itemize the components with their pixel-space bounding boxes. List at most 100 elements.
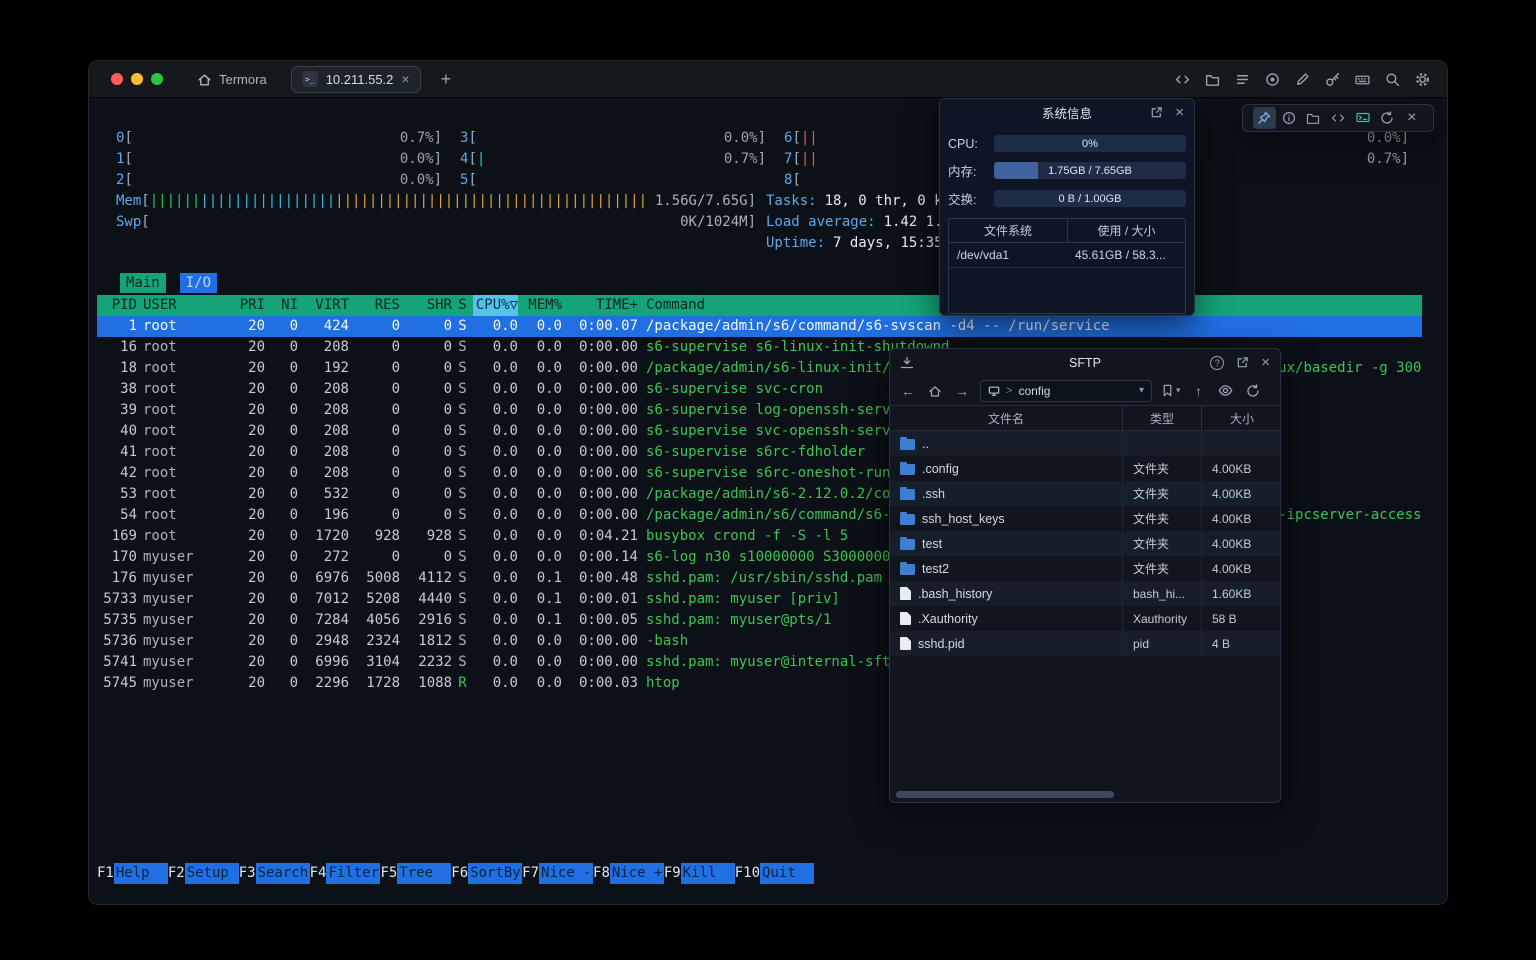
- swap-usage-row: 交换: 0 B / 1.00GB: [940, 189, 1194, 208]
- new-tab-button[interactable]: +: [435, 68, 458, 90]
- info-icon[interactable]: [1278, 107, 1301, 129]
- col-virt[interactable]: VIRT: [298, 295, 349, 316]
- tab-home[interactable]: Termora: [189, 68, 275, 91]
- file-row[interactable]: ssh_host_keys 文件夹 4.00KB: [890, 506, 1280, 531]
- file-row[interactable]: test 文件夹 4.00KB: [890, 531, 1280, 556]
- open-in-window-icon[interactable]: [1150, 106, 1163, 119]
- keyboard-icon[interactable]: [1354, 71, 1371, 88]
- col-pid[interactable]: PID: [97, 295, 137, 316]
- col-pri[interactable]: PRI: [223, 295, 265, 316]
- zoom-window-button[interactable]: [151, 73, 163, 85]
- col-res[interactable]: RES: [349, 295, 400, 316]
- file-row[interactable]: sshd.pid pid 4 B: [890, 631, 1280, 656]
- home-icon: [197, 72, 212, 87]
- cpu-meter: 2[0.0%]: [116, 170, 442, 191]
- key-icon[interactable]: [1324, 71, 1341, 88]
- cpu-meter: 3[0.0%]: [460, 128, 766, 149]
- code-icon[interactable]: [1327, 107, 1350, 129]
- refresh-icon[interactable]: [1376, 107, 1399, 129]
- col-mem[interactable]: MEM%: [518, 295, 562, 316]
- pin-icon[interactable]: [1253, 107, 1276, 129]
- tab-close-icon[interactable]: ×: [401, 72, 409, 86]
- terminal-icon: >_: [302, 71, 318, 87]
- tab-session-label: 10.211.55.2: [326, 72, 394, 87]
- col-shr[interactable]: SHR: [400, 295, 452, 316]
- horizontal-scrollbar[interactable]: [890, 791, 1280, 798]
- bookmarks-button[interactable]: ▾: [1161, 384, 1181, 397]
- refresh-icon[interactable]: [1244, 382, 1262, 400]
- col-state[interactable]: S: [452, 295, 473, 316]
- filesystem-row[interactable]: /dev/vda1 45.61GB / 58.3...: [949, 243, 1185, 268]
- code-icon[interactable]: [1174, 71, 1191, 88]
- file-size: 58 B: [1201, 606, 1282, 631]
- function-key[interactable]: F3Search: [239, 863, 310, 884]
- function-key[interactable]: F7Nice -: [522, 863, 593, 884]
- htop-function-bar: F1Help F2Setup F3Search F4Filter: [97, 863, 1422, 884]
- col-ni[interactable]: NI: [265, 295, 298, 316]
- col-user[interactable]: USER: [137, 295, 223, 316]
- col-time[interactable]: TIME+: [562, 295, 638, 316]
- file-row[interactable]: ..: [890, 431, 1280, 456]
- record-icon[interactable]: [1264, 71, 1281, 88]
- htop-view-tab[interactable]: I/O: [180, 273, 217, 293]
- col-filetype[interactable]: 类型: [1122, 406, 1201, 430]
- edit-icon[interactable]: [1294, 71, 1311, 88]
- memory-meter: Mem[||||||||||||||||||||||||||||||||||||…: [116, 191, 756, 212]
- process-table-header: PID USER PRI NI VIRT RES SHR S CPU%▽ MEM…: [97, 295, 1422, 316]
- function-key[interactable]: F8Nice +: [593, 863, 664, 884]
- minimize-window-button[interactable]: [131, 73, 143, 85]
- folder-icon[interactable]: [1204, 71, 1221, 88]
- file-row[interactable]: .ssh 文件夹 4.00KB: [890, 481, 1280, 506]
- file-type-icon: [900, 587, 911, 601]
- close-icon[interactable]: ×: [1175, 105, 1184, 120]
- system-info-panel: 系统信息 × CPU: 0% 内存: 1.75GB / 7.65GB: [939, 98, 1195, 316]
- file-type: 文件夹: [1122, 481, 1201, 506]
- back-icon[interactable]: ←: [899, 382, 917, 400]
- file-type: 文件夹: [1122, 506, 1201, 531]
- close-window-button[interactable]: [111, 73, 123, 85]
- col-filename[interactable]: 文件名: [890, 406, 1122, 430]
- memory-bar: ||||||||||||||||||||||||||||||||||||||||…: [150, 191, 647, 212]
- folder-icon[interactable]: [1302, 107, 1325, 129]
- function-key[interactable]: F2Setup: [168, 863, 239, 884]
- search-icon[interactable]: [1384, 71, 1401, 88]
- open-in-window-icon[interactable]: [1236, 356, 1249, 369]
- function-key[interactable]: F5Tree: [380, 863, 451, 884]
- forward-icon[interactable]: →: [953, 382, 971, 400]
- terminal-monitor-icon[interactable]: [1351, 107, 1374, 129]
- close-icon[interactable]: ×: [1261, 355, 1270, 370]
- file-size: [1201, 431, 1282, 456]
- function-key[interactable]: F6SortBy: [451, 863, 522, 884]
- log-icon[interactable]: [1234, 71, 1251, 88]
- file-row[interactable]: .bash_history bash_hi... 1.60KB: [890, 581, 1280, 606]
- function-key[interactable]: F10Quit: [735, 863, 814, 884]
- process-row[interactable]: 1 root 20 0 424 0 0 S 0.0 0.0 0:00.07 /p…: [97, 316, 1422, 337]
- file-type: pid: [1122, 631, 1201, 656]
- swap-usage-bar: 0 B / 1.00GB: [994, 190, 1186, 207]
- function-key[interactable]: F1Help: [97, 863, 168, 884]
- settings-gear-icon[interactable]: [1414, 71, 1431, 88]
- function-key[interactable]: F9Kill: [664, 863, 735, 884]
- htop-view-tab[interactable]: Main: [120, 273, 166, 293]
- file-row[interactable]: .Xauthority Xauthority 58 B: [890, 606, 1280, 631]
- file-name: .ssh: [922, 487, 945, 501]
- home-icon[interactable]: [926, 382, 944, 400]
- scrollbar-thumb[interactable]: [896, 791, 1114, 798]
- show-hidden-eye-icon[interactable]: [1217, 382, 1235, 400]
- file-row[interactable]: .config 文件夹 4.00KB: [890, 456, 1280, 481]
- col-cpu-sorted[interactable]: CPU%▽: [473, 295, 518, 316]
- file-size: 4.00KB: [1201, 531, 1282, 556]
- file-type-icon: [900, 439, 915, 450]
- parent-directory-icon[interactable]: ↑: [1190, 382, 1208, 400]
- chevron-down-icon: ▾: [1176, 385, 1181, 396]
- tab-session-active[interactable]: >_ 10.211.55.2 ×: [291, 66, 421, 93]
- chevron-down-icon[interactable]: ▾: [1139, 385, 1144, 396]
- filesystem-table-header: 文件系统 使用 / 大小: [949, 219, 1185, 243]
- close-icon[interactable]: ×: [1400, 107, 1423, 129]
- file-size: 4.00KB: [1201, 556, 1282, 581]
- help-icon[interactable]: ?: [1210, 356, 1224, 370]
- file-row[interactable]: test2 文件夹 4.00KB: [890, 556, 1280, 581]
- function-key[interactable]: F4Filter: [310, 863, 381, 884]
- path-breadcrumb[interactable]: > config ▾: [980, 380, 1152, 402]
- col-filesize[interactable]: 大小: [1201, 406, 1282, 430]
